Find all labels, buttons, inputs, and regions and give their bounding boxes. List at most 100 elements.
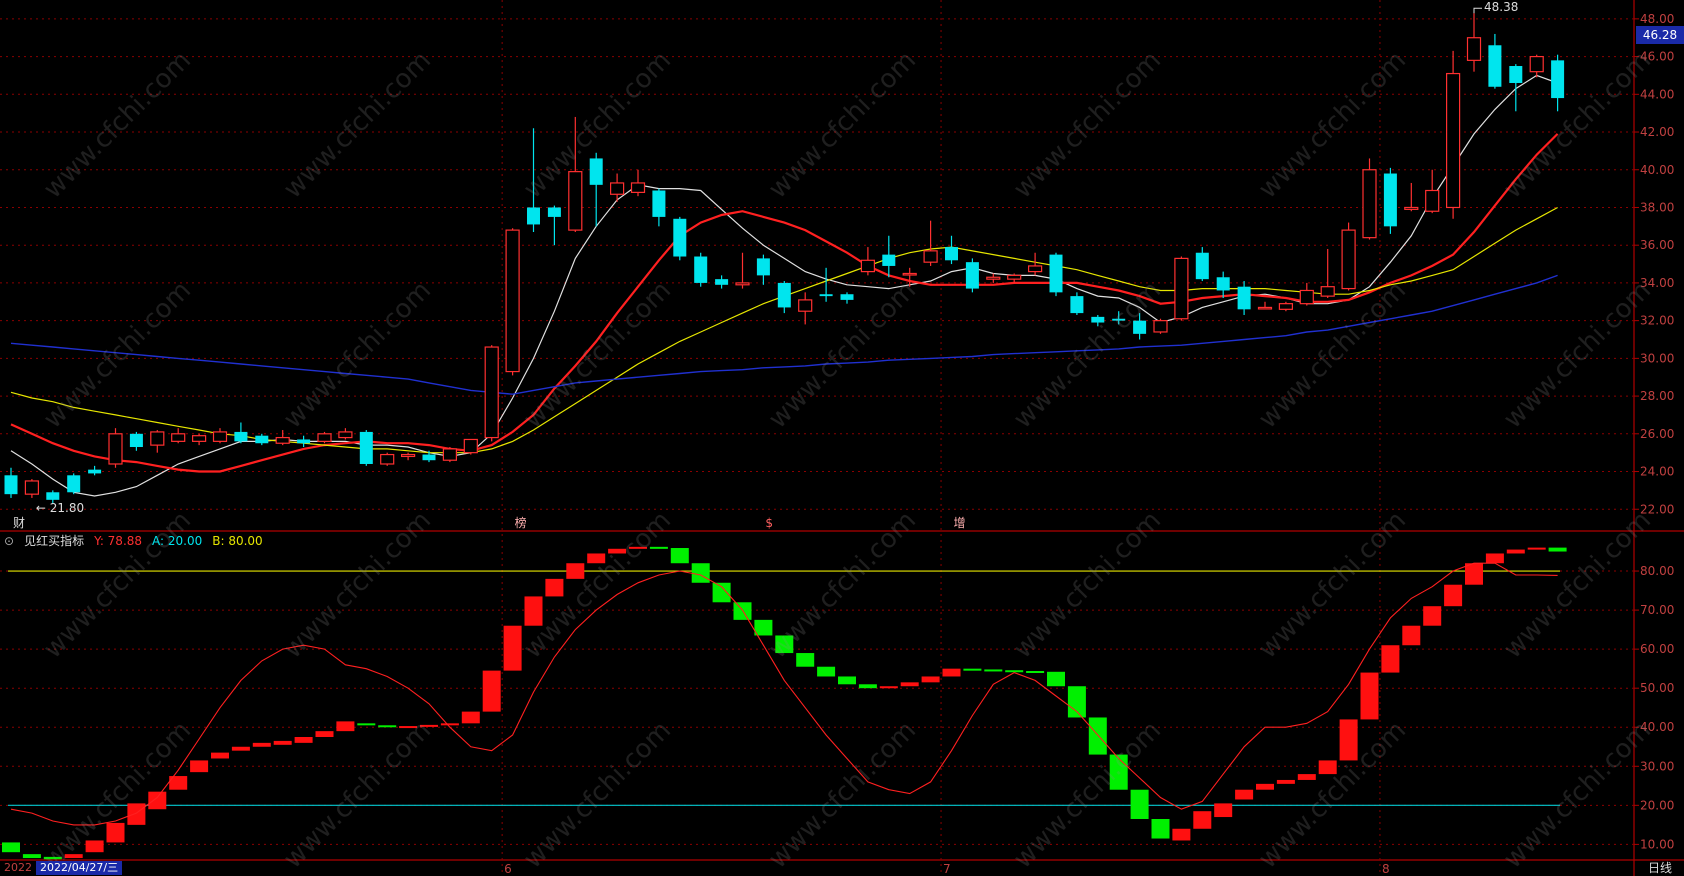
candle-down bbox=[945, 247, 958, 261]
event-caption: 增 bbox=[954, 516, 966, 530]
stock-chart: 22.00 24.00 26.00 28.00 30.00 32.00 34.00 36.00… bbox=[0, 0, 1684, 876]
candle-down bbox=[694, 256, 708, 283]
y-tick-label: 46.00 bbox=[1640, 50, 1674, 64]
indicator-bar-down bbox=[1026, 671, 1045, 674]
y-tick-label: 30.00 bbox=[1640, 351, 1674, 365]
indicator-bar-down bbox=[1548, 547, 1567, 552]
indicator-bar-down bbox=[858, 684, 877, 689]
indicator-bar-up bbox=[1214, 803, 1233, 818]
b-value: B: 80.00 bbox=[212, 534, 263, 548]
indicator-bar-down bbox=[43, 856, 62, 860]
candle-up bbox=[798, 299, 813, 312]
indicator-bar-up bbox=[1402, 625, 1421, 646]
candle-up bbox=[317, 433, 332, 442]
candle-up bbox=[505, 229, 520, 373]
x-tick-label: 7 bbox=[943, 862, 951, 876]
indicator-bar-up bbox=[566, 563, 585, 579]
candle-up bbox=[171, 433, 186, 442]
candle-down bbox=[1133, 320, 1147, 334]
indicator-bar-up bbox=[420, 724, 438, 727]
y-tick-label: 28.00 bbox=[1640, 389, 1674, 403]
candle-up bbox=[1529, 55, 1544, 73]
indicator-bar-down bbox=[1005, 670, 1024, 673]
event-caption: $ bbox=[765, 516, 773, 530]
event-caption: 榜 bbox=[515, 515, 527, 530]
indicator-bar-up bbox=[461, 711, 480, 724]
indicator-bar-up bbox=[1423, 606, 1442, 626]
indicator-bar-up bbox=[1318, 760, 1337, 775]
indicator-bar-up bbox=[503, 625, 522, 671]
candle-up bbox=[1341, 229, 1356, 290]
y-value: Y: 78.88 bbox=[94, 534, 143, 548]
candle-up bbox=[275, 436, 290, 444]
candle-down bbox=[1216, 277, 1230, 291]
y-tick-label: 36.00 bbox=[1640, 238, 1674, 252]
indicator-bar-down bbox=[817, 666, 836, 677]
ind-y-tick-label: 30.00 bbox=[1640, 759, 1674, 773]
indicator-bar-up bbox=[1276, 779, 1295, 784]
indicator-bar-up bbox=[900, 682, 919, 687]
candle-down bbox=[652, 190, 666, 217]
indicator-bar-up bbox=[1485, 553, 1504, 564]
ind-y-tick-label: 40.00 bbox=[1640, 720, 1674, 734]
candle-up bbox=[630, 182, 646, 193]
indicator-bar-down bbox=[378, 725, 397, 728]
y-tick-label: 34.00 bbox=[1640, 276, 1674, 290]
y-tick-label: 44.00 bbox=[1640, 87, 1674, 101]
ind-y-tick-label: 20.00 bbox=[1640, 798, 1674, 812]
indicator-line bbox=[10, 562, 1558, 826]
candle-down bbox=[756, 258, 770, 276]
indicator-bar-up bbox=[336, 721, 355, 732]
indicator-bar-down bbox=[775, 635, 794, 654]
indicator-bar-down bbox=[1109, 754, 1128, 790]
indicator-bar-up bbox=[148, 791, 167, 810]
candle-up bbox=[1320, 286, 1335, 297]
candle-down bbox=[673, 218, 687, 257]
indicator-bar-down bbox=[357, 723, 376, 726]
indicator-bar-up bbox=[1339, 719, 1358, 761]
year-tag: 2022 bbox=[4, 861, 32, 874]
indicator-bar-down bbox=[838, 676, 856, 685]
indicator-bar-up bbox=[106, 822, 125, 843]
candle-up bbox=[1466, 37, 1482, 61]
candle-up bbox=[1404, 206, 1419, 210]
ind-y-tick-label: 70.00 bbox=[1640, 603, 1674, 617]
candle-down bbox=[1195, 252, 1209, 280]
candle-down bbox=[297, 439, 311, 444]
candle-down bbox=[1509, 66, 1523, 83]
candle-down bbox=[359, 431, 373, 464]
candle-up bbox=[1257, 306, 1273, 310]
indicator-bar-up bbox=[587, 553, 606, 564]
candle-down bbox=[547, 207, 561, 217]
candle-up bbox=[609, 182, 625, 195]
candle-down bbox=[1070, 296, 1084, 314]
candle-up bbox=[24, 480, 39, 495]
indicator-name[interactable]: 见红买指标 bbox=[24, 534, 84, 548]
candle-up bbox=[212, 431, 228, 442]
candle-down bbox=[422, 454, 436, 461]
cursor-date-tag: 2022/04/27/三 bbox=[36, 861, 123, 875]
indicator-bar-up bbox=[1444, 584, 1463, 607]
indicator-bar-up bbox=[942, 668, 961, 677]
indicator-header: ⊙ 见红买指标 Y: 78.88 A: 20.00 B: 80.00 bbox=[4, 532, 273, 549]
indicator-bar-down bbox=[963, 668, 982, 671]
y-tick-label: 40.00 bbox=[1640, 163, 1674, 177]
indicator-bar-up bbox=[1297, 774, 1316, 780]
indicator-panel bbox=[2, 546, 1567, 860]
indicator-bar-up bbox=[64, 854, 83, 859]
candle-up bbox=[338, 431, 353, 439]
candle-up bbox=[860, 259, 876, 273]
indicator-bar-up bbox=[1506, 549, 1525, 554]
candle-up bbox=[442, 448, 457, 461]
candle-down bbox=[1112, 318, 1126, 321]
candle-up bbox=[1027, 265, 1043, 273]
period-label[interactable]: 日线 bbox=[1648, 861, 1672, 875]
indicator-collapse-icon[interactable]: ⊙ bbox=[4, 534, 14, 548]
indicator-bar-up bbox=[545, 578, 564, 597]
last-price-tag: 46.28 bbox=[1636, 26, 1684, 44]
indicator-bar-up bbox=[190, 760, 209, 773]
candle-down bbox=[1383, 173, 1397, 227]
indicator-bar-up bbox=[1193, 811, 1212, 829]
indicator-bar-up bbox=[399, 726, 418, 729]
candle-down bbox=[46, 492, 60, 500]
